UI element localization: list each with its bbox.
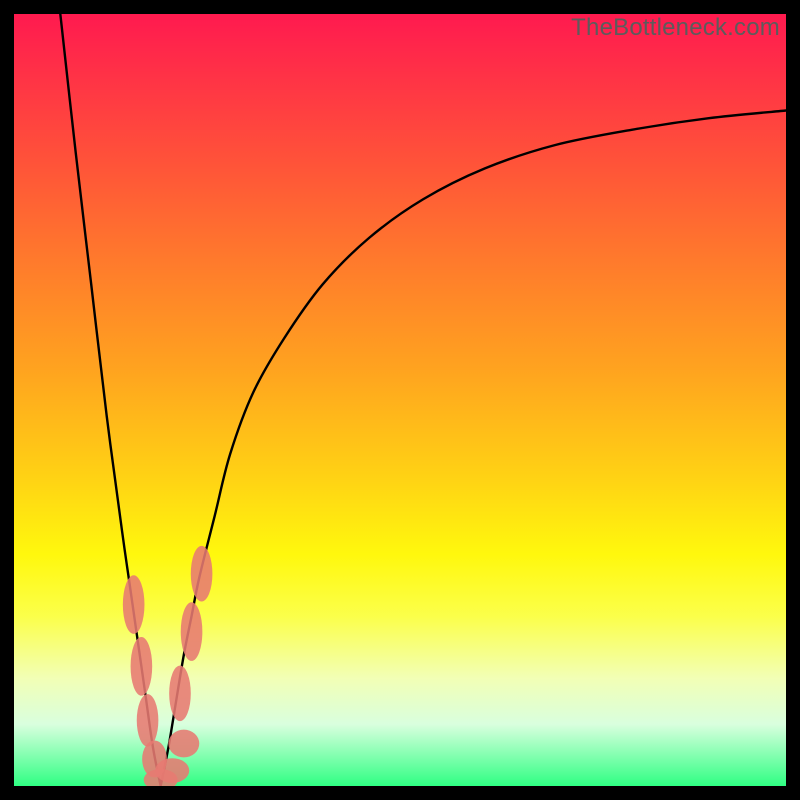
curve-right-branch xyxy=(161,111,786,787)
marker-2 xyxy=(137,694,159,746)
marker-5 xyxy=(155,758,189,783)
marker-9 xyxy=(191,546,213,602)
chart-frame: TheBottleneck.com xyxy=(0,0,800,800)
marker-6 xyxy=(168,730,199,758)
plot-area: TheBottleneck.com xyxy=(14,14,786,786)
marker-7 xyxy=(169,666,191,722)
marker-1 xyxy=(131,637,153,696)
marker-8 xyxy=(181,602,203,661)
curve-lines xyxy=(60,14,786,786)
marker-0 xyxy=(123,575,145,634)
chart-svg xyxy=(14,14,786,786)
